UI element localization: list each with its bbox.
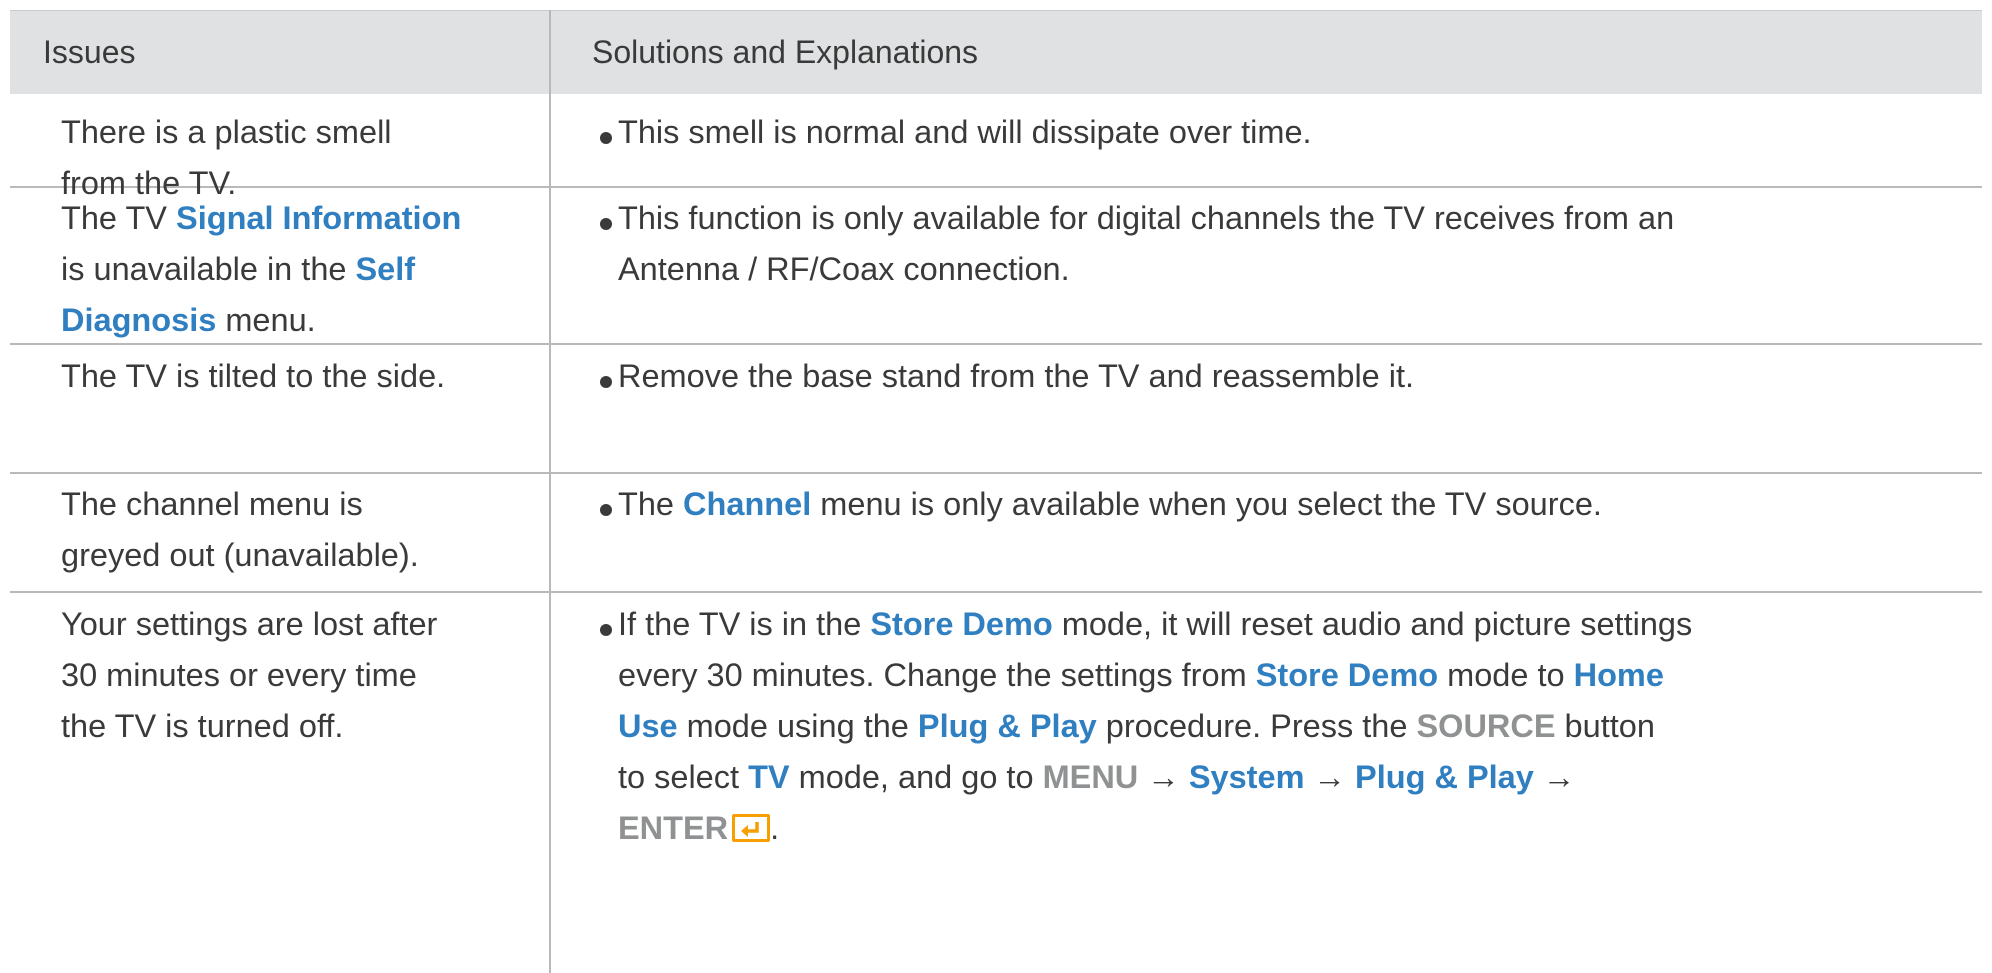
bullet bbox=[600, 504, 612, 516]
solution-cell: The Channel menu is only available when … bbox=[618, 486, 1602, 522]
issue-cell: Your settings are lost after 30 minutes … bbox=[61, 606, 438, 744]
issue-cell: The channel menu is greyed out (unavaila… bbox=[61, 486, 419, 573]
key-enter: ENTER bbox=[618, 810, 729, 846]
solution-cell: This function is only available for digi… bbox=[618, 200, 1675, 287]
solution-cell: Remove the base stand from the TV and re… bbox=[618, 358, 1415, 394]
link-use: Use bbox=[618, 708, 678, 744]
bullet bbox=[600, 376, 612, 388]
link-self: Self bbox=[355, 251, 416, 287]
link-system: System bbox=[1188, 759, 1305, 795]
header-solutions: Solutions and Explanations bbox=[592, 34, 979, 70]
link-tv: TV bbox=[748, 759, 790, 795]
enter-return-icon bbox=[732, 814, 771, 842]
link-home: Home bbox=[1573, 657, 1664, 693]
link-plug-and-play: Plug & Play bbox=[917, 708, 1097, 744]
key-source: SOURCE bbox=[1416, 708, 1556, 744]
link-store-demo: Store Demo bbox=[1255, 657, 1439, 693]
row-divider bbox=[10, 591, 1982, 593]
link-plug-and-play: Plug & Play bbox=[1355, 759, 1534, 795]
solution-cell: If the TV is in the Store Demo mode, it … bbox=[618, 606, 1693, 846]
bullet bbox=[600, 218, 612, 230]
bullet bbox=[600, 624, 612, 636]
issue-cell: The TV is tilted to the side. bbox=[61, 358, 446, 394]
row-divider bbox=[10, 472, 1982, 474]
link-signal-information: Signal Information bbox=[176, 200, 462, 236]
issue-cell: The TV Signal Information is unavailable… bbox=[61, 200, 462, 338]
table-header: Issues Solutions and Explanations bbox=[10, 10, 1982, 94]
header-issues: Issues bbox=[43, 34, 136, 70]
column-divider bbox=[549, 10, 551, 973]
link-diagnosis: Diagnosis bbox=[61, 302, 217, 338]
key-menu: MENU bbox=[1042, 759, 1139, 795]
solution-cell: This smell is normal and will dissipate … bbox=[618, 114, 1312, 150]
bullet bbox=[600, 132, 612, 144]
link-channel: Channel bbox=[683, 486, 812, 522]
troubleshooting-table: Issues Solutions and Explanations There … bbox=[10, 10, 1982, 973]
link-store-demo: Store Demo bbox=[870, 606, 1053, 642]
